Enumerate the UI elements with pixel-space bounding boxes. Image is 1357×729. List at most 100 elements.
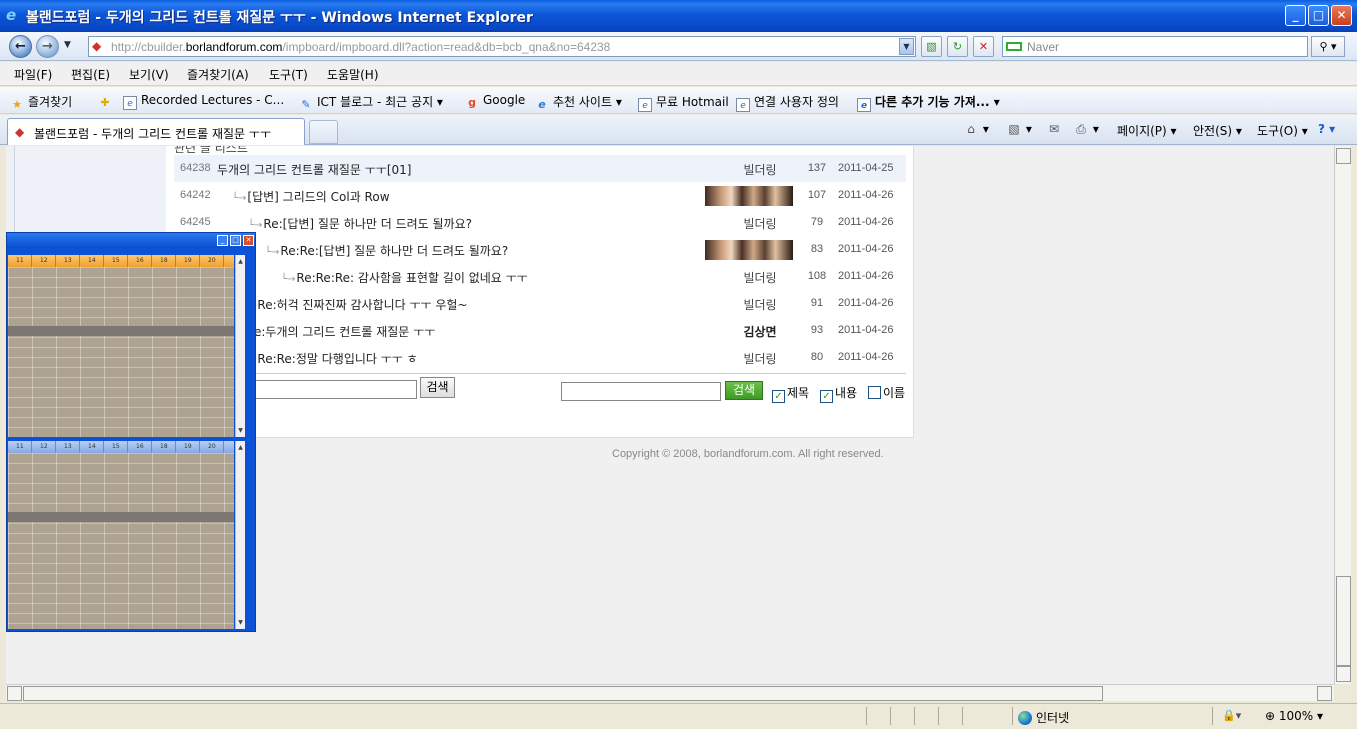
board-search-input[interactable] xyxy=(561,382,721,401)
popup-maximize-icon[interactable]: □ xyxy=(230,235,241,246)
page-menu[interactable]: 페이지(P) ▾ xyxy=(1117,122,1177,139)
grid-top-scrollbar[interactable]: ▲ ▼ xyxy=(235,255,245,437)
minimize-button[interactable]: _ xyxy=(1285,5,1306,26)
tab-title: 볼랜드포럼 - 두개의 그리드 컨트롤 재질문 ㅜㅜ xyxy=(34,127,271,141)
search-input[interactable]: Naver xyxy=(1002,36,1308,57)
checkbox-title[interactable]: ✓ 제목 xyxy=(772,384,809,403)
post-row[interactable]: →Re:허걱 진짜진짜 감사합니다 ㅜㅜ 우헐~ 빌더링 91 2011-04-… xyxy=(174,290,906,317)
refresh-icon[interactable]: ↻ xyxy=(947,36,968,57)
left-search-input[interactable] xyxy=(250,380,417,399)
scroll-down-button[interactable] xyxy=(1336,666,1351,682)
post-subject[interactable]: →Re:Re:정말 다행입니다 ㅜㅜ ㅎ xyxy=(248,350,418,367)
security-zone[interactable]: 인터넷 xyxy=(1018,709,1069,726)
menu-edit[interactable]: 편집(E) xyxy=(71,66,110,83)
post-row[interactable]: └→Re:Re:Re: 감사함을 표현할 길이 없네요 ㅜㅜ 빌더링 108 2… xyxy=(174,263,906,290)
post-row[interactable]: 64238 두개의 그리드 컨트롤 재질문 ㅜㅜ[01] 빌더링 137 201… xyxy=(174,155,906,182)
board-search-button[interactable]: 검색 xyxy=(725,381,763,400)
tools-menu[interactable]: 도구(O) ▾ xyxy=(1257,122,1308,139)
scroll-left-button[interactable] xyxy=(7,686,22,701)
tab-row: ◆ 볼랜드포럼 - 두개의 그리드 컨트롤 재질문 ㅜㅜ ⌂ ▾ ▧ ▾ ✉ ⎙… xyxy=(0,115,1357,145)
mail-button[interactable]: ✉ xyxy=(1046,122,1062,136)
grid-highlight-row xyxy=(8,512,234,522)
feed-icon: ✎ xyxy=(301,98,311,111)
reply-arrow-icon: └→ xyxy=(248,220,263,231)
author-photo xyxy=(705,186,793,206)
checkbox-name[interactable]: 이름 xyxy=(868,384,905,401)
tab-active[interactable]: ◆ 볼랜드포럼 - 두개의 그리드 컨트롤 재질문 ㅜㅜ xyxy=(7,118,305,145)
grid-bottom[interactable] xyxy=(8,453,234,629)
menu-help[interactable]: 도움말(H) xyxy=(327,66,379,83)
fav-recorded-lectures[interactable]: e Recorded Lectures - C... xyxy=(123,93,284,110)
safety-menu[interactable]: 안전(S) ▾ xyxy=(1193,122,1242,139)
post-subject[interactable]: →Re:허걱 진짜진짜 감사합니다 ㅜㅜ 우헐~ xyxy=(248,296,468,313)
search-button[interactable]: ⚲ ▾ xyxy=(1311,36,1345,57)
reply-arrow-icon: └→ xyxy=(265,247,280,258)
address-url[interactable]: http://cbuilder.borlandforum.com/impboar… xyxy=(111,40,610,54)
scroll-right-button[interactable] xyxy=(1317,686,1332,701)
fav-ict-blog[interactable]: ✎ ICT 블로그 - 최근 공지 ▾ xyxy=(299,93,443,112)
fav-google[interactable]: g Google xyxy=(465,93,525,110)
post-row[interactable]: e:두개의 그리드 컨트롤 재질문 ㅜㅜ 김상면 93 2011-04-26 xyxy=(174,317,906,344)
print-icon: ⎙ xyxy=(1076,122,1086,136)
add-favorite-icon[interactable]: ✚ xyxy=(98,93,116,110)
home-button[interactable]: ⌂ ▾ xyxy=(963,122,989,136)
google-icon: g xyxy=(468,96,476,109)
post-row[interactable]: └→Re:Re:[답변] 질문 하나만 더 드려도 될까요? 83 2011-0… xyxy=(174,236,906,263)
left-search-button[interactable]: 검색 xyxy=(420,377,455,398)
checkbox-content[interactable]: ✓ 내용 xyxy=(820,384,857,403)
menu-tools[interactable]: 도구(T) xyxy=(269,66,308,83)
maximize-button[interactable]: □ xyxy=(1308,5,1329,26)
horizontal-scrollbar[interactable] xyxy=(6,684,1334,701)
post-subject[interactable]: e:두개의 그리드 컨트롤 재질문 ㅜㅜ xyxy=(254,323,435,340)
feeds-button[interactable]: ▧ ▾ xyxy=(1006,122,1032,136)
post-subject[interactable]: └→[답변] 그리드의 Col과 Row xyxy=(232,188,390,205)
horizontal-scroll-thumb[interactable] xyxy=(23,686,1103,701)
floating-grid-window[interactable]: _ □ ✕ 11 12 13 14 15 16 18 19 20 ▲ ▼ 11 12 13 14 15 1… xyxy=(6,232,256,632)
compat-view-icon[interactable]: ▧ xyxy=(921,36,942,57)
vertical-scroll-thumb[interactable] xyxy=(1336,576,1351,666)
post-row[interactable]: 64245 └→Re:[답변] 질문 하나만 더 드려도 될까요? 빌더링 79… xyxy=(174,209,906,236)
fav-hotmail[interactable]: e 무료 Hotmail xyxy=(638,93,729,112)
ie-logo-icon: e xyxy=(6,6,17,24)
mail-icon: ✉ xyxy=(1048,122,1060,136)
grid-bottom-scrollbar[interactable]: ▲ ▼ xyxy=(235,441,245,629)
menu-view[interactable]: 보기(V) xyxy=(129,66,169,83)
menu-favorites[interactable]: 즐겨찾기(A) xyxy=(187,66,249,83)
favorites-label: 즐겨찾기 xyxy=(28,95,73,109)
post-subject[interactable]: 두개의 그리드 컨트롤 재질문 ㅜㅜ[01] xyxy=(217,161,411,178)
print-button[interactable]: ⎙ ▾ xyxy=(1073,122,1099,136)
favorites-button[interactable]: ★ 즐겨찾기 xyxy=(10,93,72,112)
post-row[interactable]: →Re:Re:정말 다행입니다 ㅜㅜ ㅎ 빌더링 80 2011-04-26 xyxy=(174,344,906,371)
scroll-up-button[interactable] xyxy=(1336,148,1351,164)
vertical-scrollbar[interactable] xyxy=(1334,146,1351,684)
stop-icon[interactable]: ✕ xyxy=(973,36,994,57)
zoom-level[interactable]: ⊕ 100% ▾ xyxy=(1265,709,1323,723)
fav-customize-links[interactable]: e 연결 사용자 정의 xyxy=(736,93,839,112)
protected-mode-icon[interactable]: 🔒▾ xyxy=(1222,709,1241,722)
close-button[interactable]: ✕ xyxy=(1331,5,1352,26)
left-sidebar xyxy=(14,146,168,236)
grid-header-bottom: 11 12 13 14 15 16 18 19 20 xyxy=(8,441,234,453)
forward-button[interactable]: → xyxy=(36,35,59,58)
search-provider-icon xyxy=(1006,42,1022,51)
grid-top[interactable] xyxy=(8,267,234,437)
help-icon[interactable]: ? ▾ xyxy=(1318,122,1335,136)
back-button[interactable]: ← xyxy=(9,35,32,58)
address-dropdown-icon[interactable]: ▼ xyxy=(899,38,914,55)
address-bar[interactable]: ◆ http://cbuilder.borlandforum.com/impbo… xyxy=(88,36,916,57)
post-row[interactable]: 64242 └→[답변] 그리드의 Col과 Row 107 2011-04-2… xyxy=(174,182,906,209)
menu-file[interactable]: 파일(F) xyxy=(14,66,52,83)
popup-close-icon[interactable]: ✕ xyxy=(243,235,254,246)
menu-bar: 파일(F) 편집(E) 보기(V) 즐겨찾기(A) 도구(T) 도움말(H) xyxy=(0,62,1357,86)
fav-more-addons[interactable]: e 다른 추가 기능 가져... ▾ xyxy=(857,93,1000,112)
popup-minimize-icon[interactable]: _ xyxy=(217,235,228,246)
post-subject[interactable]: └→Re:Re:[답변] 질문 하나만 더 드려도 될까요? xyxy=(265,242,508,259)
divider xyxy=(174,373,906,374)
new-tab-button[interactable] xyxy=(309,120,338,144)
fav-suggested-sites[interactable]: e 추천 사이트 ▾ xyxy=(535,93,622,112)
page-content: 관련 글 리스트 64238 두개의 그리드 컨트롤 재질문 ㅜㅜ[01] 빌더… xyxy=(6,146,1334,684)
checkbox-checked-icon: ✓ xyxy=(772,390,785,403)
post-subject[interactable]: └→Re:Re:Re: 감사함을 표현할 길이 없네요 ㅜㅜ xyxy=(281,269,528,286)
history-dropdown-icon[interactable]: ▼ xyxy=(64,40,71,50)
post-subject[interactable]: └→Re:[답변] 질문 하나만 더 드려도 될까요? xyxy=(248,215,472,232)
